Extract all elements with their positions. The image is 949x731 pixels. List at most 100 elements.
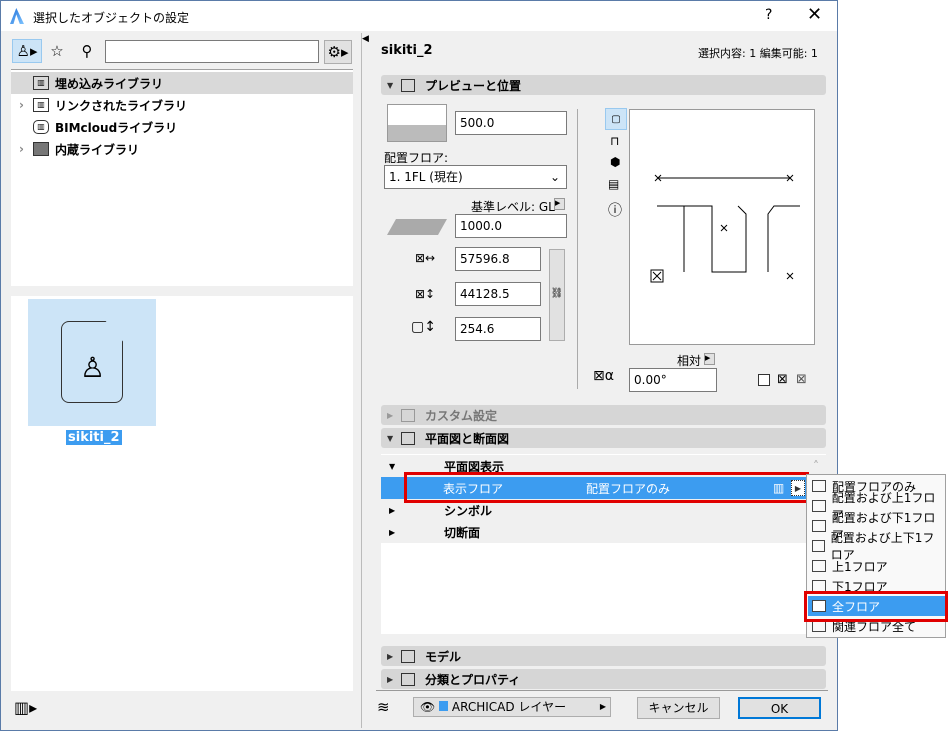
tree-item-builtin-library[interactable]: › 内蔵ライブラリ: [11, 138, 353, 160]
archicad-logo-icon: [10, 8, 24, 24]
highlight-box-row: [404, 472, 809, 503]
section-title: カスタム設定: [425, 408, 498, 423]
footer-divider: [376, 690, 828, 691]
object-type-button[interactable]: ♙▸: [12, 39, 42, 63]
info-icon[interactable]: ⓘ: [608, 200, 622, 220]
collapsed-arrow-icon: ▶: [387, 651, 394, 661]
proportion-link-button[interactable]: ⛓: [549, 249, 565, 341]
window-title: 選択したオブジェクトの設定: [33, 11, 190, 25]
width-input[interactable]: 57596.8: [455, 247, 541, 271]
section-custom-settings[interactable]: ▶ カスタム設定: [381, 405, 826, 425]
panel-divider[interactable]: [361, 33, 362, 728]
expanded-arrow-icon: ▼: [387, 80, 394, 90]
custom-settings-icon: [401, 408, 415, 422]
collapsed-arrow-icon: ▶: [387, 674, 394, 684]
floor-label: 配置フロア:: [384, 151, 449, 165]
height-input[interactable]: 254.6: [455, 317, 541, 341]
bimcloud-icon: ▥: [33, 120, 49, 134]
floor-value: 1. 1FL (現在): [389, 170, 463, 184]
mirror-dashed-icon[interactable]: ⊠: [796, 372, 807, 387]
highlight-box-menu: [804, 591, 948, 622]
section-classification[interactable]: ▶ 分類とプロパティ: [381, 669, 826, 689]
layer-select[interactable]: 👁 ARCHICAD レイヤー ▶: [413, 697, 611, 717]
chevron-right-icon[interactable]: ›: [19, 98, 24, 112]
layers-icon: ≋: [377, 698, 390, 716]
rotation-angle-icon: ⊠α: [593, 368, 614, 384]
depth-input[interactable]: 44128.5: [455, 282, 541, 306]
title-bar: 選択したオブジェクトの設定 ? ✕: [1, 1, 837, 31]
ok-button[interactable]: OK: [738, 697, 821, 719]
menu-item[interactable]: 上1フロア: [808, 556, 945, 576]
collapse-panel-arrow-icon[interactable]: ◀: [362, 34, 369, 44]
object-settings-dialog: 選択したオブジェクトの設定 ? ✕ ♙▸ ☆ ⚲ ⚙▸ ▥ 埋め込みライブラリ ›…: [0, 0, 838, 731]
offset-box-icon: [387, 104, 447, 142]
menu-item-label: 上1フロア: [832, 559, 888, 574]
cancel-button[interactable]: キャンセル: [637, 697, 720, 719]
layer-color-icon: [439, 701, 449, 711]
preview-position-icon: [401, 78, 415, 92]
mirror-none-checkbox[interactable]: [758, 374, 770, 386]
reference-level[interactable]: 基準レベル: GL: [471, 198, 555, 215]
3d-view-icon[interactable]: ⬢: [610, 155, 620, 169]
relative-label: 相対: [677, 354, 702, 368]
floor-icon: [812, 560, 826, 572]
settings-gear-button[interactable]: ⚙▸: [324, 40, 352, 64]
object-name-label[interactable]: sikiti_2: [66, 430, 122, 445]
floor-icon: [812, 500, 826, 512]
tree-item-linked-library[interactable]: › ▥ リンクされたライブラリ: [11, 94, 353, 116]
section-title: モデル: [425, 649, 462, 664]
depth-icon: ⊠↕: [415, 287, 436, 301]
selection-info: 選択内容: 1 編集可能: 1: [698, 47, 818, 60]
section-title: プレビューと位置: [425, 78, 522, 93]
expanded-arrow-icon: ▼: [389, 461, 396, 471]
folder-icon: [33, 142, 49, 156]
group-cut-surface[interactable]: ▶ 切断面: [381, 521, 826, 543]
relative-arrow-icon[interactable]: ▶: [704, 353, 715, 365]
section-preview-position[interactable]: ▼ プレビューと位置: [381, 75, 826, 95]
object-thumbnail[interactable]: ♙: [28, 299, 156, 426]
width-icon: ⊠↔: [415, 251, 436, 265]
chair-icon: ♙: [80, 351, 106, 384]
close-button[interactable]: ✕: [807, 4, 822, 25]
linked-library-icon: ▥: [33, 98, 49, 112]
collapsed-arrow-icon: ▶: [389, 505, 396, 515]
tree-item-label: 内蔵ライブラリ: [55, 142, 140, 157]
tree-item-label: リンクされたライブラリ: [55, 98, 188, 113]
cube-icon: [401, 649, 415, 663]
reference-level-arrow-icon[interactable]: ▶: [554, 198, 565, 210]
object-name-heading: sikiti_2: [381, 43, 433, 58]
favorites-star-icon[interactable]: ☆: [46, 39, 68, 63]
elevation-view-icon[interactable]: ▤: [608, 177, 619, 191]
section-model[interactable]: ▶ モデル: [381, 646, 826, 666]
plan-preview: [629, 109, 815, 345]
section-plan-section[interactable]: ▼ 平面図と断面図: [381, 428, 826, 448]
offset-input[interactable]: 500.0: [455, 111, 567, 135]
eye-icon: 👁: [420, 700, 436, 714]
mirror-on-icon[interactable]: ⊠: [777, 372, 788, 387]
tree-item-bimcloud-library[interactable]: ▥ BIMcloudライブラリ: [11, 116, 353, 138]
floor-select[interactable]: 1. 1FL (現在) ⌄: [384, 165, 567, 189]
group-label: 切断面: [444, 525, 481, 540]
section-title: 分類とプロパティ: [425, 672, 521, 687]
expanded-arrow-icon: ▼: [387, 433, 394, 443]
section-view-icon[interactable]: ⊓: [610, 134, 619, 148]
search-icon[interactable]: ⚲: [76, 39, 98, 63]
angle-input[interactable]: 0.00°: [629, 368, 717, 392]
plan-view-button[interactable]: ▢: [605, 108, 627, 130]
search-input[interactable]: [105, 40, 319, 63]
library-file-icon: ▥: [33, 76, 49, 90]
plan-section-icon: [401, 431, 415, 445]
chevron-right-icon[interactable]: ›: [19, 142, 24, 156]
chevron-down-icon: ⌄: [549, 170, 560, 184]
height-icon: ▢↕: [411, 319, 436, 335]
menu-item[interactable]: 配置および上下1フロア: [808, 531, 945, 562]
layer-value: ARCHICAD レイヤー: [451, 700, 567, 714]
elevation-icon: [387, 219, 447, 235]
tree-item-embedded-library[interactable]: ▥ 埋め込みライブラリ: [11, 72, 353, 94]
collapsed-arrow-icon: ▶: [387, 410, 394, 420]
library-manager-icon[interactable]: ▥▸: [14, 698, 37, 717]
help-button[interactable]: ?: [765, 7, 772, 23]
library-tree: ▥ 埋め込みライブラリ › ▥ リンクされたライブラリ ▥ BIMcloudライブラリ …: [11, 69, 353, 286]
elevation-input[interactable]: 1000.0: [455, 214, 567, 238]
scroll-up-icon[interactable]: ˄: [813, 459, 819, 473]
